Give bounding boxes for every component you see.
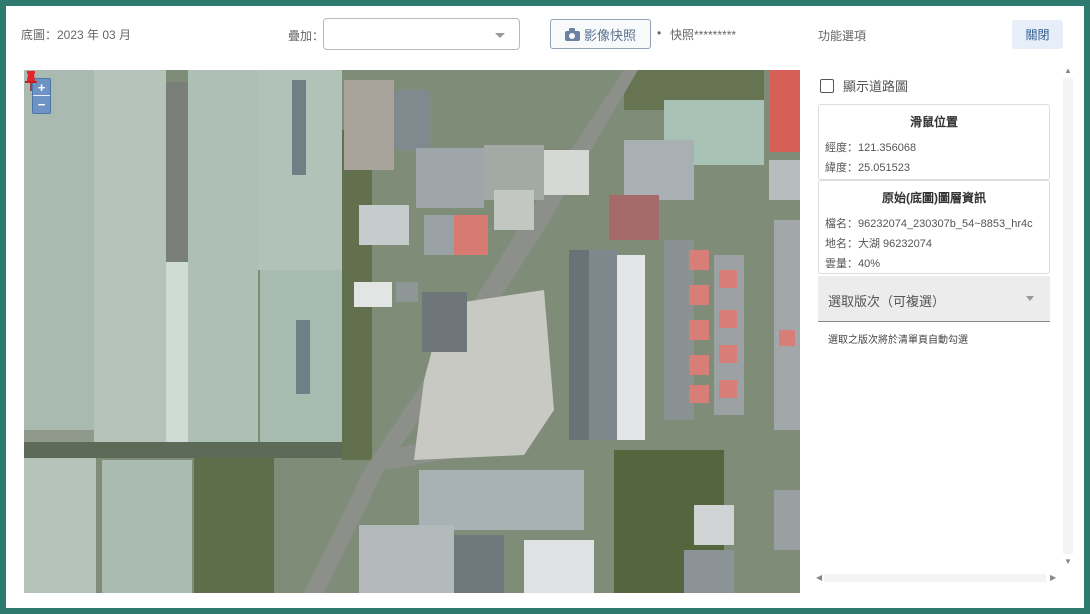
show-roads-toggle[interactable]: 顯示道路圖 bbox=[820, 76, 908, 95]
layer-info-card: 原始(底圖)圖層資訊 檔名：96232074_230307b_54~8853_h… bbox=[818, 180, 1050, 274]
toolbar: 底圖：2023 年 03 月 疊加： 影像快照 • 快照********* 功能… bbox=[6, 6, 1084, 64]
version-hint: 選取之版次將於清單頁自動勾選 bbox=[828, 335, 968, 346]
layer-info-title: 原始(底圖)圖層資訊 bbox=[882, 191, 986, 205]
scroll-down-icon[interactable]: ▼ bbox=[1064, 557, 1072, 566]
layer-cloud: 雲量：40% bbox=[825, 258, 881, 270]
vertical-scrollbar[interactable] bbox=[1063, 78, 1073, 554]
aerial-imagery bbox=[24, 70, 800, 593]
camera-icon bbox=[564, 27, 580, 41]
snapshot-button[interactable]: 影像快照 bbox=[550, 19, 651, 49]
snapshot-text: 快照********* bbox=[670, 28, 737, 42]
function-panel: 顯示道路圖 滑鼠位置 經度：121.356068 緯度：25.051523 原始… bbox=[812, 64, 1066, 584]
version-select[interactable]: 選取版次（可複選） bbox=[818, 276, 1050, 322]
show-roads-label: 顯示道路圖 bbox=[843, 79, 909, 94]
snapshot-button-label: 影像快照 bbox=[583, 27, 636, 43]
horizontal-scrollbar[interactable] bbox=[824, 574, 1046, 582]
app-window: 底圖：2023 年 03 月 疊加： 影像快照 • 快照********* 功能… bbox=[6, 6, 1084, 608]
snapshot-bullet: • bbox=[657, 26, 662, 40]
latitude-value: 緯度：25.051523 bbox=[825, 162, 910, 174]
longitude-value: 經度：121.356068 bbox=[825, 142, 917, 154]
mouse-position-card: 滑鼠位置 經度：121.356068 緯度：25.051523 bbox=[818, 104, 1050, 180]
overlay-select[interactable] bbox=[323, 18, 520, 50]
show-roads-checkbox[interactable] bbox=[820, 78, 834, 93]
layer-filename: 檔名：96232074_230307b_54~8853_hr4c bbox=[825, 218, 1033, 230]
close-button[interactable]: 關閉 bbox=[1012, 20, 1063, 49]
zoom-out-button[interactable]: − bbox=[33, 96, 50, 113]
pushpin-icon[interactable] bbox=[24, 70, 38, 92]
scroll-up-icon[interactable]: ▲ bbox=[1064, 66, 1072, 75]
chevron-down-icon bbox=[1026, 296, 1034, 301]
scroll-left-icon[interactable]: ◀ bbox=[816, 573, 822, 582]
mouse-position-title: 滑鼠位置 bbox=[909, 115, 958, 129]
overlay-label: 疊加： bbox=[288, 29, 325, 43]
functions-label: 功能選項 bbox=[818, 29, 867, 43]
scroll-right-icon[interactable]: ▶ bbox=[1050, 573, 1056, 582]
base-map-label: 底圖：2023 年 03 月 bbox=[21, 28, 132, 42]
layer-place: 地名：大湖 96232074 bbox=[825, 238, 932, 250]
chevron-down-icon bbox=[495, 33, 505, 38]
version-select-label: 選取版次（可複選） bbox=[828, 294, 946, 309]
aerial-map[interactable]: + − bbox=[24, 70, 800, 593]
